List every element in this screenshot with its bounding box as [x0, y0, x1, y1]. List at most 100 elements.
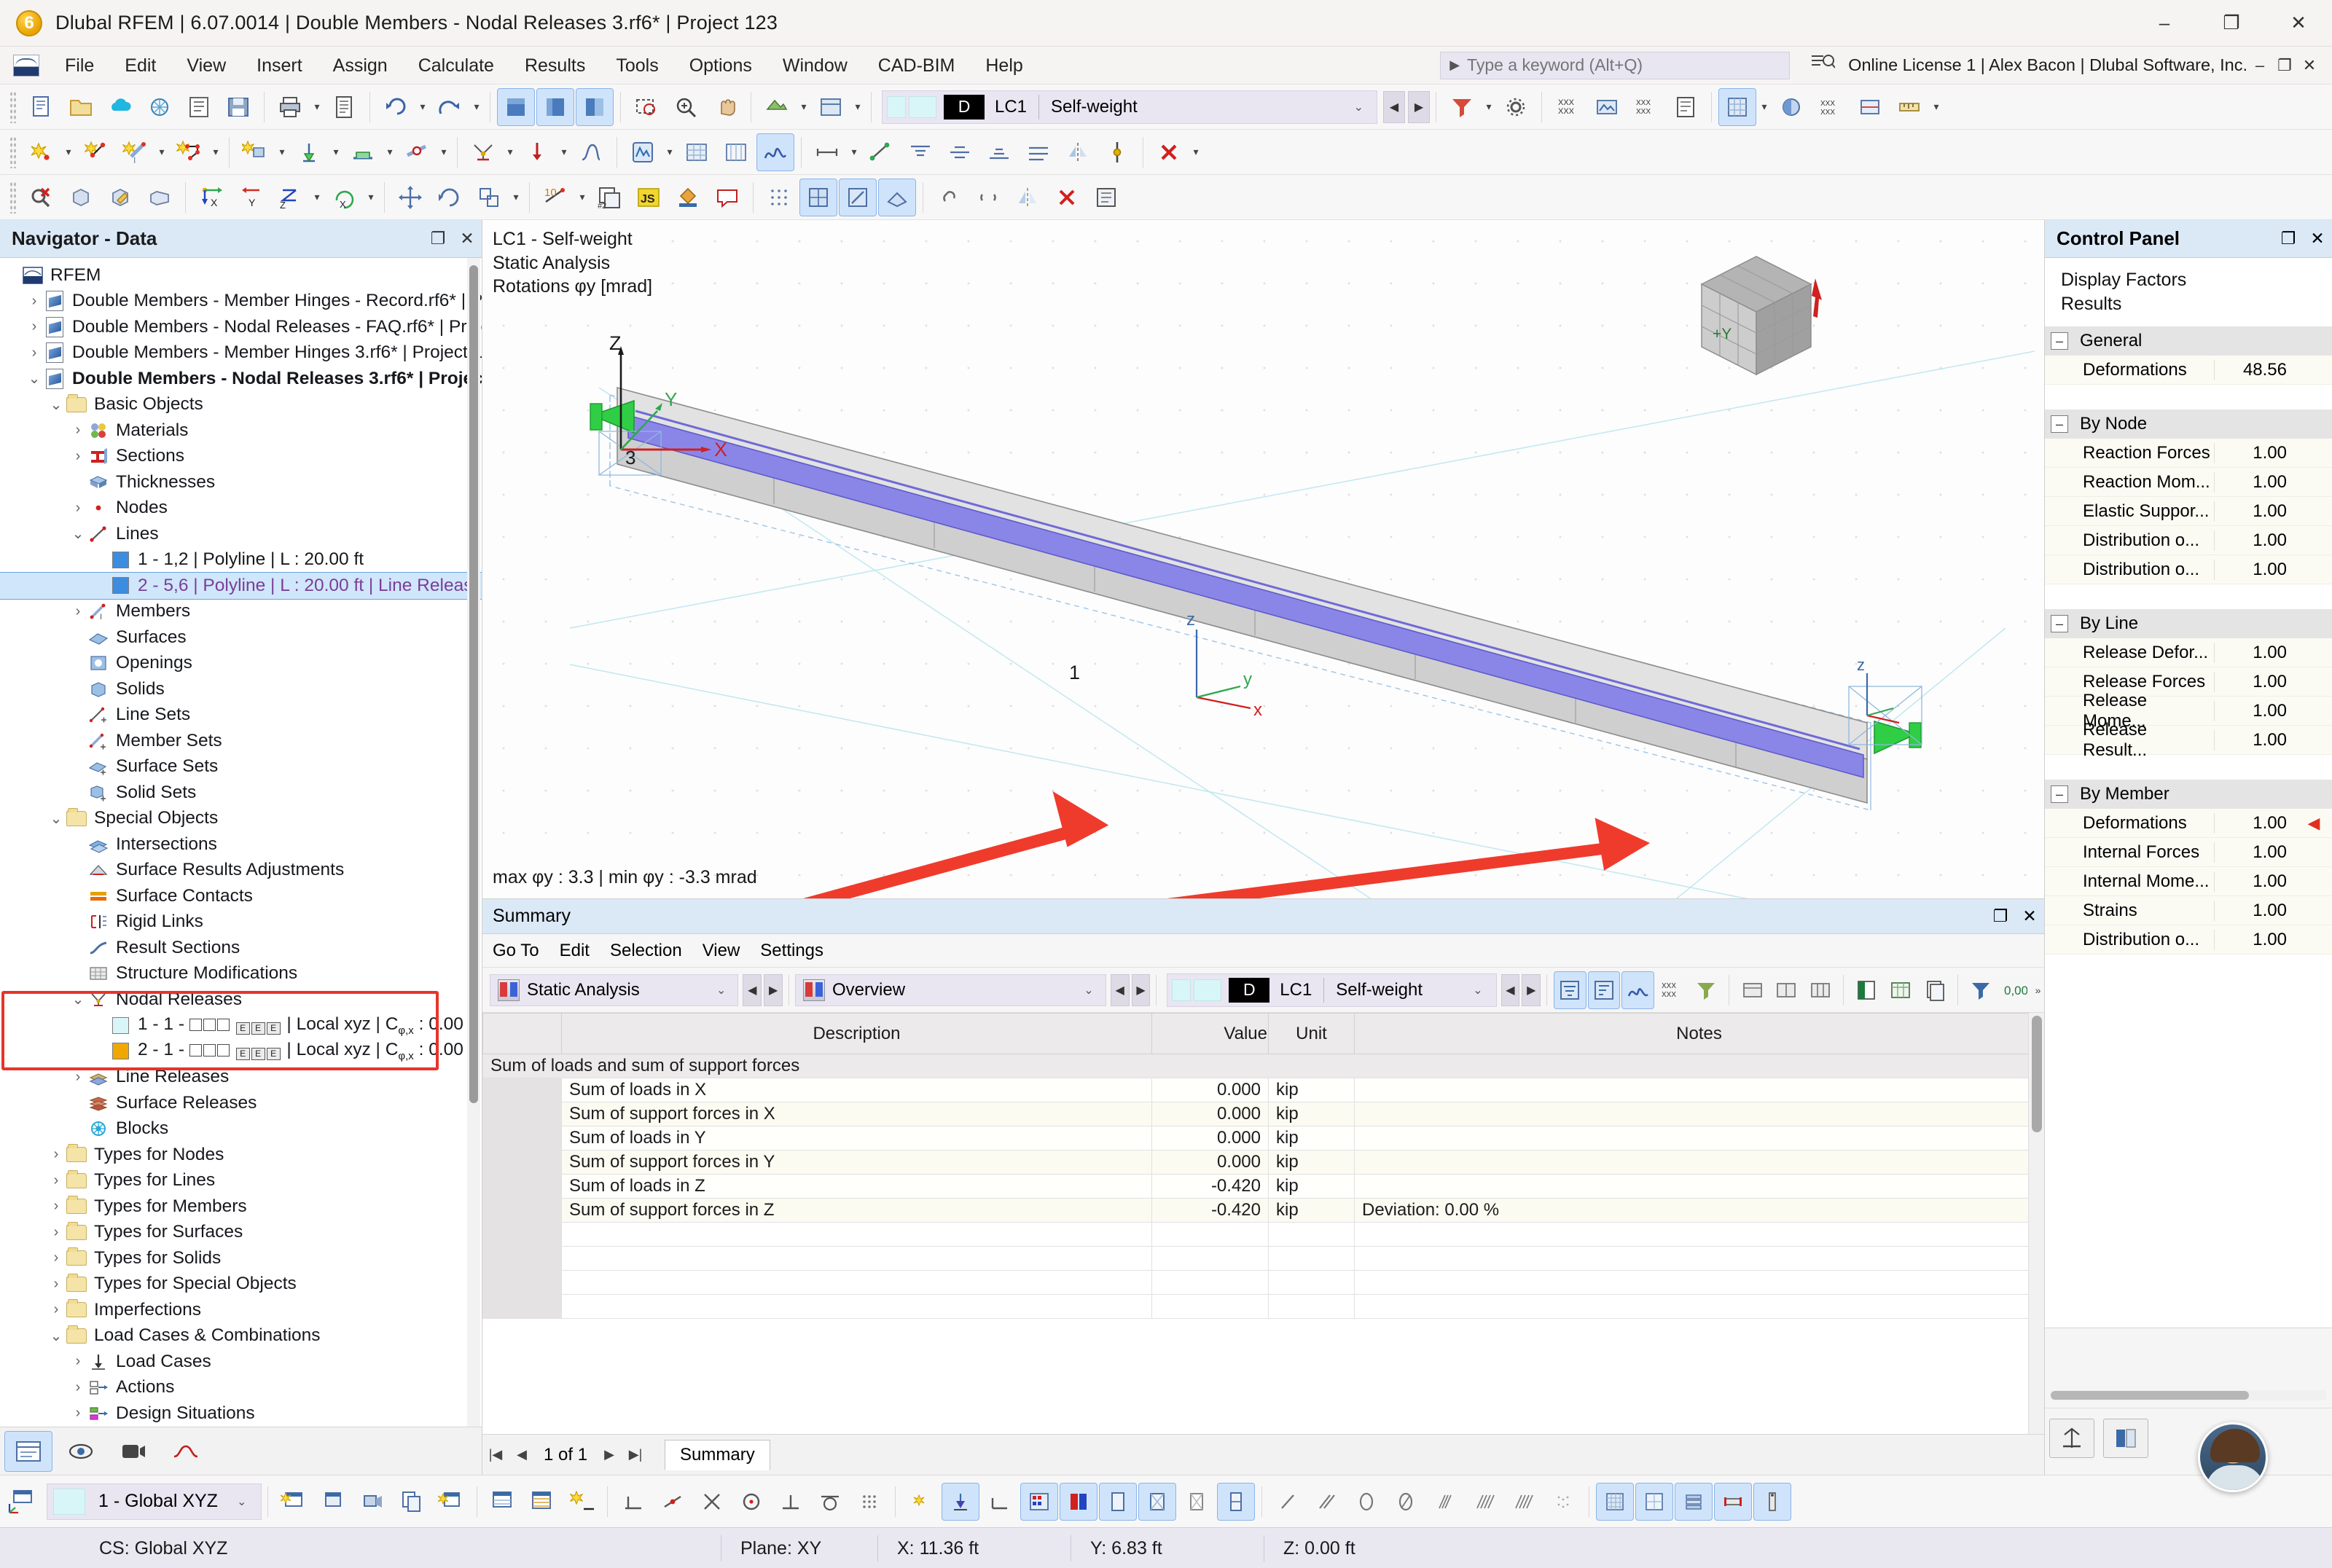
display-loads-button[interactable] [1020, 1482, 1059, 1521]
cp-factor-row[interactable]: Deformations 48.56 [2045, 356, 2332, 385]
chevron-right-icon[interactable]: › [47, 1198, 66, 1215]
mesh-display-button[interactable] [1596, 1482, 1635, 1521]
render-shaded-button[interactable] [1772, 88, 1810, 126]
filter-button[interactable] [1443, 88, 1481, 126]
tree-item[interactable]: RFEM [0, 262, 482, 289]
chevron-right-icon[interactable]: › [47, 1301, 66, 1318]
tree-item[interactable]: › Types for Solids [0, 1245, 482, 1271]
cp-factor-row[interactable]: Reaction Mom... 1.00 [2045, 468, 2332, 497]
analysis-next-button[interactable]: ▶ [764, 973, 783, 1006]
delete-dropdown-icon[interactable]: ▾ [1189, 133, 1203, 171]
cp-scale-button[interactable] [2049, 1418, 2094, 1458]
cp-factor-value[interactable]: 1.00 [2214, 671, 2296, 692]
link-button[interactable] [930, 179, 968, 216]
cp-collapse-icon[interactable]: – [2051, 785, 2068, 803]
chevron-down-icon[interactable]: ⌄ [69, 990, 87, 1008]
summary-load-case-selector[interactable]: D LC1 Self-weight ⌄ [1167, 973, 1497, 1007]
tree-item[interactable]: 2 - 5,6 | Polyline | L : 20.00 ft | Line… [0, 572, 482, 600]
decimal-places-button[interactable]: 0,00 [1998, 971, 2031, 1009]
chevron-down-icon[interactable]: ⌄ [47, 1327, 66, 1345]
menu-options[interactable]: Options [674, 47, 767, 85]
menu-calculate[interactable]: Calculate [403, 47, 509, 85]
print-preview-button[interactable] [1667, 88, 1705, 126]
doc-restore-button[interactable]: ❐ [2272, 47, 2297, 85]
rotate-dropdown-icon[interactable]: ▾ [364, 179, 378, 216]
clipping-plane-button[interactable] [1851, 88, 1889, 126]
toolbar-grip-2[interactable] [9, 136, 17, 168]
control-panel-restore-button[interactable]: ❐ [2274, 229, 2303, 248]
table-settings-button[interactable] [523, 1483, 561, 1521]
navigator-tab-views[interactable] [109, 1431, 157, 1472]
copy-offset-button[interactable]: #2 [590, 179, 628, 216]
hinge-dropdown-icon[interactable]: ▾ [437, 133, 451, 171]
calculate-dropdown-icon[interactable]: ▾ [662, 133, 677, 171]
cp-collapse-icon[interactable]: – [2051, 615, 2068, 632]
dotted-pattern-button[interactable] [1544, 1483, 1582, 1521]
measure-dropdown-icon[interactable]: ▾ [1929, 88, 1944, 126]
chevron-right-icon[interactable]: › [47, 1146, 66, 1163]
cp-group-header[interactable]: – General [2045, 326, 2332, 356]
align-middle-button[interactable] [941, 133, 979, 171]
keyword-search-input[interactable]: ▶ Type a keyword (Alt+Q) [1440, 51, 1791, 79]
summary-chart-button[interactable] [1621, 971, 1655, 1009]
coordinate-system-icon-button[interactable] [1, 1483, 39, 1521]
tree-item[interactable]: › Actions [0, 1375, 482, 1401]
snap-midpoint-button[interactable] [654, 1483, 692, 1521]
user-avatar[interactable] [2198, 1422, 2268, 1492]
ortho-snap-button[interactable] [839, 178, 877, 216]
chevron-right-icon[interactable]: › [69, 448, 87, 465]
doc-minimize-button[interactable]: – [2247, 47, 2272, 85]
load-button[interactable] [518, 133, 556, 171]
table-row[interactable]: Sum of loads in Z -0.420 kip [482, 1174, 2044, 1199]
mirror-copy-button[interactable] [1009, 179, 1046, 216]
cs-chevron-down-icon[interactable]: ⌄ [237, 1494, 246, 1509]
display-hidden-button[interactable] [1178, 1483, 1216, 1521]
tree-item[interactable]: ⌄ Basic Objects [0, 392, 482, 418]
tree-item[interactable]: › Types for Special Objects [0, 1271, 482, 1298]
wireframe-button[interactable]: XXX XXX [1812, 88, 1850, 126]
tree-item[interactable]: ⌄ Double Members - Nodal Releases 3.rf6* … [0, 366, 482, 392]
nodal-support-button[interactable] [290, 133, 328, 171]
chevron-down-icon[interactable]: ⌄ [69, 525, 87, 543]
page-prev-button[interactable]: ◀ [509, 1447, 535, 1462]
overview-next-button[interactable]: ▶ [1131, 973, 1151, 1006]
cp-factor-row[interactable]: Elastic Suppor... 1.00 [2045, 497, 2332, 526]
display-supports-button[interactable] [942, 1482, 980, 1521]
summary-tab[interactable]: Summary [665, 1439, 770, 1470]
doc-close-button[interactable]: ✕ [2297, 47, 2322, 85]
summary-filter-button[interactable] [1554, 971, 1586, 1009]
snap-perpendicular-button[interactable] [772, 1483, 810, 1521]
cp-factor-row[interactable]: Release Defor... 1.00 [2045, 638, 2332, 667]
tree-item[interactable]: › Load Cases [0, 1349, 482, 1375]
window-minimize-button[interactable]: – [2131, 0, 2198, 47]
cp-factor-row[interactable]: Release Result... 1.00 [2045, 720, 2332, 760]
mesh-button[interactable] [678, 133, 716, 171]
chevron-down-icon[interactable]: ⌄ [47, 810, 66, 828]
result-table-button[interactable]: XXX XXX [1627, 88, 1665, 126]
measure-button[interactable] [1890, 88, 1928, 126]
layout-col-3-button[interactable] [1804, 971, 1836, 1009]
tree-item[interactable]: 1 - 1 - EEE | Local xyz | Cφ,x : 0.00 [0, 1013, 482, 1039]
print-button[interactable] [271, 88, 309, 126]
analysis-type-combo[interactable]: Static Analysis ⌄ [490, 973, 739, 1006]
redo-button[interactable] [431, 88, 469, 126]
cp-factor-row[interactable]: Distribution o... 1.00 [2045, 925, 2332, 954]
line-support-button[interactable] [344, 133, 382, 171]
line-style-ellipse-button[interactable] [1387, 1483, 1425, 1521]
summary-lc-prev-button[interactable]: ◀ [1500, 973, 1520, 1006]
control-panel-scrollbar[interactable] [2051, 1390, 2326, 1400]
tree-item[interactable]: Surface Releases [0, 1090, 482, 1116]
menu-file[interactable]: File [50, 47, 109, 85]
grid-snap-button[interactable] [760, 179, 798, 216]
chevron-right-icon[interactable]: › [25, 318, 44, 335]
tree-item[interactable]: Openings [0, 651, 482, 677]
tree-item[interactable]: ⌄ Load Cases & Combinations [0, 1323, 482, 1349]
settings-gear-button[interactable] [1497, 88, 1535, 126]
extrude-view-button[interactable] [1753, 1482, 1792, 1521]
cp-group-header[interactable]: – By Member [2045, 780, 2332, 809]
overview-prev-button[interactable]: ◀ [1110, 973, 1130, 1006]
summary-table-scrollbar[interactable] [2028, 1013, 2044, 1434]
export-table-button[interactable] [1885, 971, 1917, 1009]
tree-item[interactable]: Intersections [0, 831, 482, 858]
menu-insert[interactable]: Insert [241, 47, 318, 85]
